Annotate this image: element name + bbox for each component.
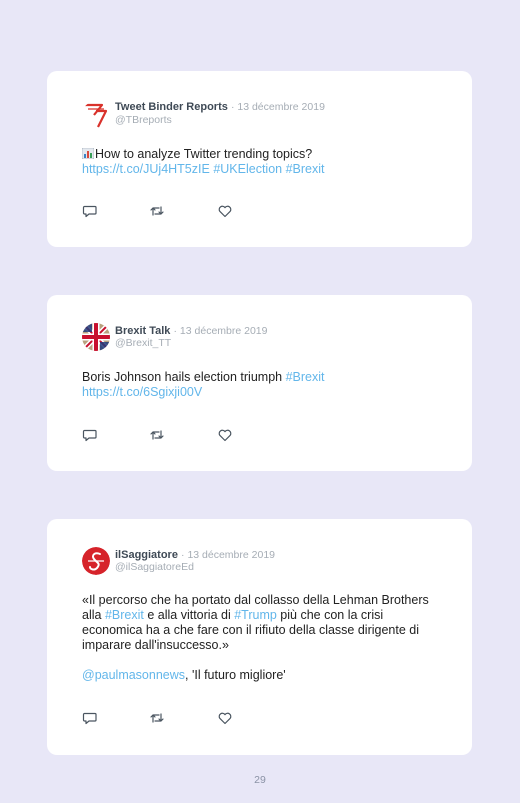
tweet-text-content: e alla vittoria di xyxy=(147,608,231,622)
retweet-icon[interactable] xyxy=(149,203,165,219)
tweet-card: ilSaggiatore · 13 décembre 2019 @ilSaggi… xyxy=(47,519,472,755)
tweet-date: · 13 décembre 2019 xyxy=(173,325,268,337)
tweet-card: Tweet Binder Reports · 13 décembre 2019 … xyxy=(47,71,472,247)
author-handle[interactable]: @TBreports xyxy=(115,114,172,127)
tweet-text-content: , 'Il futuro migliore' xyxy=(185,668,286,682)
retweet-icon[interactable] xyxy=(149,427,165,443)
tweet-text: «Il percorso che ha portato dal collasso… xyxy=(82,593,434,683)
heart-icon[interactable] xyxy=(217,427,233,443)
tweet-card: Brexit Talk · 13 décembre 2019 @Brexit_T… xyxy=(47,295,472,471)
reply-icon[interactable] xyxy=(82,710,98,726)
author-name[interactable]: Tweet Binder Reports xyxy=(115,101,228,113)
retweet-icon[interactable] xyxy=(149,710,165,726)
heart-icon[interactable] xyxy=(217,203,233,219)
reply-icon[interactable] xyxy=(82,427,98,443)
mention-link[interactable]: @paulmasonnews xyxy=(82,668,185,682)
tweet-link[interactable]: https://t.co/6Sgixji00V xyxy=(82,385,202,399)
hashtag-link[interactable]: #Brexit xyxy=(105,608,144,622)
union-jack-avatar-icon[interactable] xyxy=(82,323,110,351)
tweet-link[interactable]: https://t.co/JUj4HT5zIE xyxy=(82,162,210,176)
hashtag-link[interactable]: #Brexit xyxy=(286,370,325,384)
reply-icon[interactable] xyxy=(82,203,98,219)
tweet-date: · 13 décembre 2019 xyxy=(230,101,325,113)
author-name[interactable]: ilSaggiatore xyxy=(115,549,178,561)
heart-icon[interactable] xyxy=(217,710,233,726)
tweet-binder-logo-icon[interactable] xyxy=(82,101,110,129)
author-handle[interactable]: @Brexit_TT xyxy=(115,337,171,350)
hashtag-link[interactable]: #Trump xyxy=(234,608,277,622)
page-number: 29 xyxy=(254,774,266,786)
hashtag-link[interactable]: #UKElection xyxy=(213,162,282,176)
author-name[interactable]: Brexit Talk xyxy=(115,325,170,337)
tweet-text: How to analyze Twitter trending topics? … xyxy=(81,147,442,177)
il-saggiatore-logo-icon[interactable] xyxy=(82,547,110,575)
bar-chart-emoji-icon xyxy=(81,147,95,160)
tweet-text-content: How to analyze Twitter trending topics? xyxy=(95,147,313,161)
author-handle[interactable]: @ilSaggiatoreEd xyxy=(115,561,194,574)
tweet-text: Boris Johnson hails election triumph #Br… xyxy=(82,370,442,400)
hashtag-link[interactable]: #Brexit xyxy=(286,162,325,176)
tweet-text-content: Boris Johnson hails election triumph xyxy=(82,370,283,384)
tweet-date: · 13 décembre 2019 xyxy=(181,549,276,561)
